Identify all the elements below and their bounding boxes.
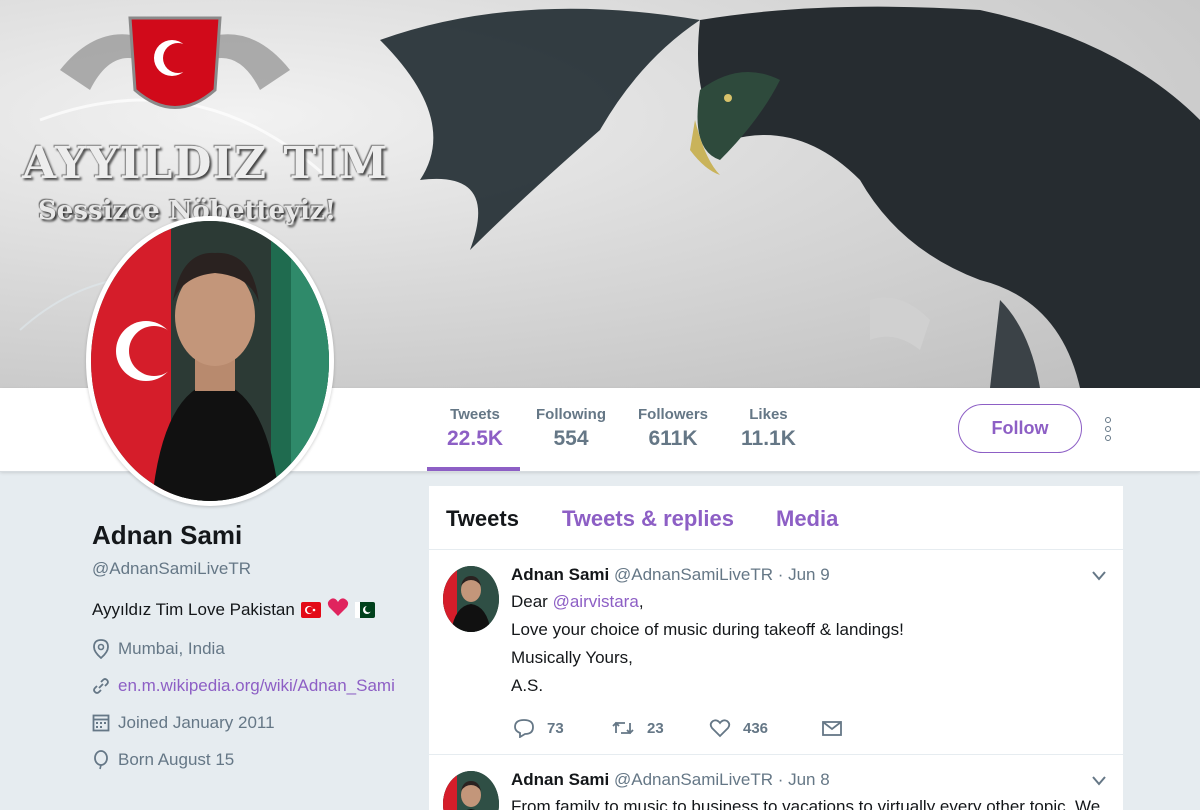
active-stat-indicator (427, 467, 520, 471)
heart-outline-icon (709, 719, 731, 738)
tweet-text: Dear @airvistara, Love your choice of mu… (511, 588, 904, 700)
profile-handle: @AdnanSamiLiveTR (92, 559, 251, 578)
tweet-text-line: From family to music to business to vaca… (511, 797, 1101, 810)
calendar-icon (92, 714, 110, 732)
tab-tweets[interactable]: Tweets (446, 506, 519, 532)
reply-count: 73 (547, 719, 564, 737)
retweet-button[interactable]: 23 (611, 718, 681, 738)
follow-button[interactable]: Follow (958, 404, 1082, 453)
tweet-author-handle[interactable]: @AdnanSamiLiveTR (614, 770, 773, 789)
timeline: Tweets Tweets & replies Media Adnan Sami… (429, 486, 1123, 810)
reply-button[interactable]: 73 (513, 718, 583, 738)
location-text: Mumbai, India (118, 639, 225, 658)
profile-name: Adnan Sami (92, 520, 243, 550)
bio-text: Ayyıldız Tim Love Pakistan (92, 599, 295, 619)
tweet[interactable]: Adnan Sami @AdnanSamiLiveTR · Jun 9 Dear… (429, 550, 1123, 755)
stat-label: Following (536, 406, 606, 423)
stat-label: Followers (638, 406, 709, 423)
location-pin-icon (93, 639, 109, 659)
tweet-avatar[interactable] (443, 566, 499, 632)
turkey-flag-icon (300, 601, 321, 618)
stat-label: Likes (749, 406, 788, 423)
born-text: Born August 15 (118, 750, 235, 769)
reply-icon (514, 719, 534, 738)
chevron-down-icon[interactable] (1091, 775, 1107, 787)
tweet-mention-link[interactable]: @airvistara (553, 592, 639, 611)
tweet-text-line: A.S. (511, 676, 544, 695)
profile-card: Adnan Sami @AdnanSamiLiveTR Ayyıldız Tim… (92, 520, 402, 770)
profile-website: en.m.wikipedia.org/wiki/Adnan_Sami (92, 676, 402, 696)
balloon-icon (94, 750, 108, 770)
tweet-actions: 73 23 436 (513, 718, 883, 738)
tweet[interactable]: Adnan Sami @AdnanSamiLiveTR · Jun 8 From… (429, 755, 1123, 810)
stat-value: 611K (648, 427, 698, 450)
chevron-down-icon[interactable] (1091, 570, 1107, 582)
profile-location: Mumbai, India (92, 639, 402, 659)
more-options-icon[interactable] (1098, 414, 1118, 448)
stat-value: 554 (553, 427, 589, 450)
stat-value: 11.1K (741, 427, 796, 450)
tweet-author-name[interactable]: Adnan Sami (511, 770, 609, 789)
tweet-header: Adnan Sami @AdnanSamiLiveTR · Jun 9 (511, 565, 830, 585)
tab-tweets-replies[interactable]: Tweets & replies (562, 506, 734, 532)
like-button[interactable]: 436 (709, 718, 793, 738)
retweet-count: 23 (647, 719, 664, 737)
pakistan-flag-icon (354, 601, 375, 618)
banner-title: AYYILDIZ TIM (22, 138, 389, 189)
tweet-header: Adnan Sami @AdnanSamiLiveTR · Jun 8 (511, 770, 830, 790)
like-count: 436 (743, 719, 769, 737)
tweet-author-name[interactable]: Adnan Sami (511, 565, 609, 584)
profile-bio: Ayyıldız Tim Love Pakistan (92, 597, 402, 622)
tweet-date[interactable]: · Jun 8 (778, 770, 830, 789)
tweet-author-handle[interactable]: @AdnanSamiLiveTR (614, 565, 773, 584)
profile-avatar[interactable] (86, 216, 334, 506)
tweet-text-greeting-end: , (638, 592, 644, 611)
stat-following[interactable]: Following 554 (536, 406, 606, 451)
tweet-text-line: Musically Yours, (511, 648, 633, 667)
timeline-tabs: Tweets Tweets & replies Media (429, 486, 1123, 550)
tab-media[interactable]: Media (776, 506, 838, 532)
heart-icon (327, 597, 349, 622)
avatar-portrait (91, 221, 329, 501)
tweet-avatar[interactable] (443, 771, 499, 810)
tweet-text: From family to music to business to vaca… (511, 793, 1100, 810)
tweet-text-line: Love your choice of music during takeoff… (511, 620, 904, 639)
website-link[interactable]: en.m.wikipedia.org/wiki/Adnan_Sami (118, 676, 395, 696)
stat-tweets[interactable]: Tweets 22.5K (447, 406, 503, 451)
stat-followers[interactable]: Followers 611K (638, 406, 708, 451)
stat-likes[interactable]: Likes 11.1K (741, 406, 796, 451)
profile-birthday: Born August 15 (92, 750, 402, 770)
direct-message-button[interactable] (821, 718, 855, 738)
tweet-date[interactable]: · Jun 9 (778, 565, 830, 584)
retweet-icon (612, 721, 634, 735)
tweet-text-greeting: Dear (511, 592, 553, 611)
link-icon (93, 678, 109, 694)
stat-label: Tweets (450, 406, 500, 423)
envelope-icon (822, 721, 842, 736)
joined-text: Joined January 2011 (118, 713, 275, 732)
stat-value: 22.5K (447, 427, 504, 450)
profile-joined: Joined January 2011 (92, 713, 402, 733)
